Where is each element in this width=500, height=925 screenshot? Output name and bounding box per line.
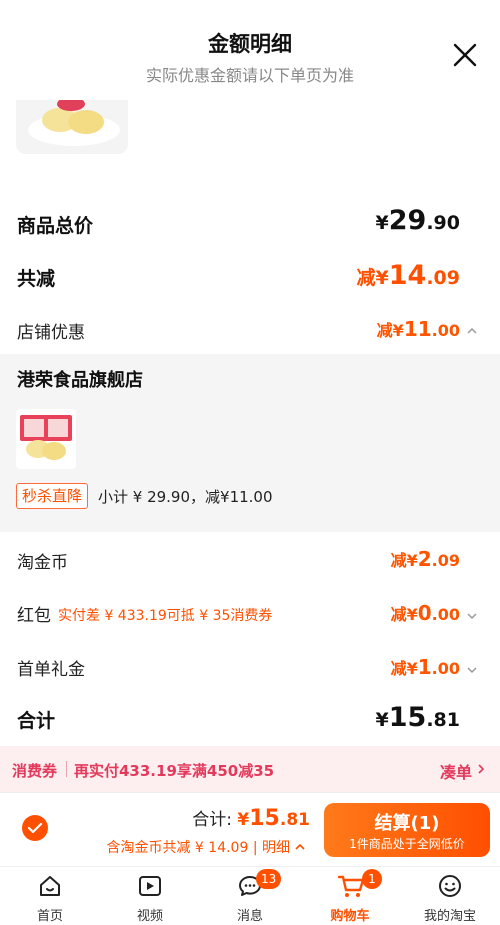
tab-cart-label: 购物车 — [330, 909, 370, 924]
total-reduce-label: 共减 — [17, 268, 56, 290]
add-items-link[interactable]: 凑单 — [440, 759, 472, 783]
chevron-down-icon[interactable] — [466, 610, 478, 622]
hongbao-note: 实付差 ¥ 433.19可抵 ¥ 35消费券 — [58, 608, 273, 624]
hongbao-label: 红包 — [17, 606, 51, 626]
coupon-tag: 消费券 — [12, 762, 58, 780]
total-reduce-value: 减¥14.09 — [356, 260, 460, 291]
tab-profile-label: 我的淘宝 — [423, 909, 476, 924]
home-icon — [40, 876, 60, 896]
details-link[interactable]: 明细 — [262, 840, 290, 856]
cart-badge: 1 — [362, 869, 382, 889]
product-thumbnail — [16, 100, 128, 154]
total-price-label: 商品总价 — [17, 215, 94, 237]
store-discount-label: 店铺优惠 — [17, 323, 85, 343]
coin-label: 淘金币 — [17, 553, 68, 573]
messages-badge: 13 — [256, 869, 282, 889]
select-all-checkbox[interactable] — [22, 815, 48, 841]
checkout-button[interactable]: 结算(1) 1件商品处于全网低价 — [324, 803, 490, 857]
sum-row: 合计 ¥15.81 — [0, 702, 500, 742]
shop-name: 港荣食品旗舰店 — [17, 370, 143, 391]
checkout-total: 合计: ¥15.81 — [192, 806, 310, 831]
total-price-value: ¥29.90 — [375, 205, 460, 236]
tab-messages-label: 消息 — [236, 909, 263, 924]
flash-sale-tag: 秒杀直降 — [16, 483, 89, 509]
store-discount-row[interactable]: 店铺优惠 减¥11.00 — [0, 315, 500, 351]
shop-discount-panel: 港荣食品旗舰店 秒杀直降 小计 ¥ 29.90，减¥11.00 — [0, 354, 500, 532]
total-reduce-row: 共减 减¥14.09 — [0, 260, 500, 300]
sum-value: ¥15.81 — [375, 702, 460, 733]
modal-header: 金额明细 实际优惠金额请以下单页为准 — [0, 0, 500, 100]
checkout-button-sub: 1件商品处于全网低价 — [349, 837, 465, 851]
chevron-up-icon[interactable] — [466, 325, 478, 337]
chevron-right-icon[interactable] — [476, 763, 486, 775]
coupon-bar: 消费券 再实付433.19享满450减35 凑单 — [0, 746, 500, 792]
checkout-button-label: 结算(1) — [374, 813, 440, 834]
checkout-bar: 合计: ¥15.81 含淘金币共减 ¥ 14.09 | 明细 结算(1) 1件商… — [0, 792, 500, 866]
close-icon[interactable] — [452, 42, 478, 68]
total-price-row: 商品总价 ¥29.90 — [0, 205, 500, 245]
first-order-value: 减¥1.00 — [390, 655, 460, 679]
tab-video[interactable]: 视频 — [100, 867, 200, 925]
tab-home[interactable]: 首页 — [0, 867, 100, 925]
coin-value: 减¥2.09 — [390, 547, 460, 571]
hongbao-value: 减¥0.00 — [390, 601, 460, 625]
modal-title: 金额明细 — [208, 32, 292, 56]
video-icon — [139, 876, 161, 896]
cart-icon — [337, 875, 365, 897]
bottom-tab-bar: 首页 视频 13 消息 1 购物车 我的淘宝 — [0, 866, 500, 925]
chevron-up-icon[interactable] — [294, 841, 306, 853]
coin-row: 淘金币 减¥2.09 — [0, 545, 500, 579]
coupon-divider — [66, 761, 67, 777]
tab-profile[interactable]: 我的淘宝 — [400, 867, 500, 925]
tab-messages[interactable]: 13 消息 — [200, 867, 300, 925]
first-order-label: 首单礼金 — [17, 660, 85, 680]
profile-icon — [439, 875, 461, 897]
store-discount-value: 减¥11.00 — [376, 317, 460, 341]
check-icon — [27, 822, 43, 834]
shop-product-image — [16, 409, 76, 469]
shop-subtotal: 小计 ¥ 29.90，减¥11.00 — [98, 488, 273, 506]
product-image — [20, 415, 72, 463]
chevron-down-icon[interactable] — [466, 664, 478, 676]
modal-subtitle: 实际优惠金额请以下单页为准 — [145, 66, 354, 85]
first-order-row[interactable]: 首单礼金 减¥1.00 — [0, 652, 500, 688]
tab-cart[interactable]: 1 购物车 — [300, 867, 400, 925]
tab-home-label: 首页 — [36, 909, 63, 924]
sum-label: 合计 — [17, 710, 56, 732]
checkout-reduce-note: 含淘金币共减 ¥ 14.09 | 明细 — [106, 840, 290, 856]
tab-video-label: 视频 — [136, 909, 163, 924]
product-image — [28, 100, 120, 146]
coupon-text: 再实付433.19享满450减35 — [74, 762, 275, 780]
hongbao-row[interactable]: 红包 实付差 ¥ 433.19可抵 ¥ 35消费券 减¥0.00 — [0, 598, 500, 634]
